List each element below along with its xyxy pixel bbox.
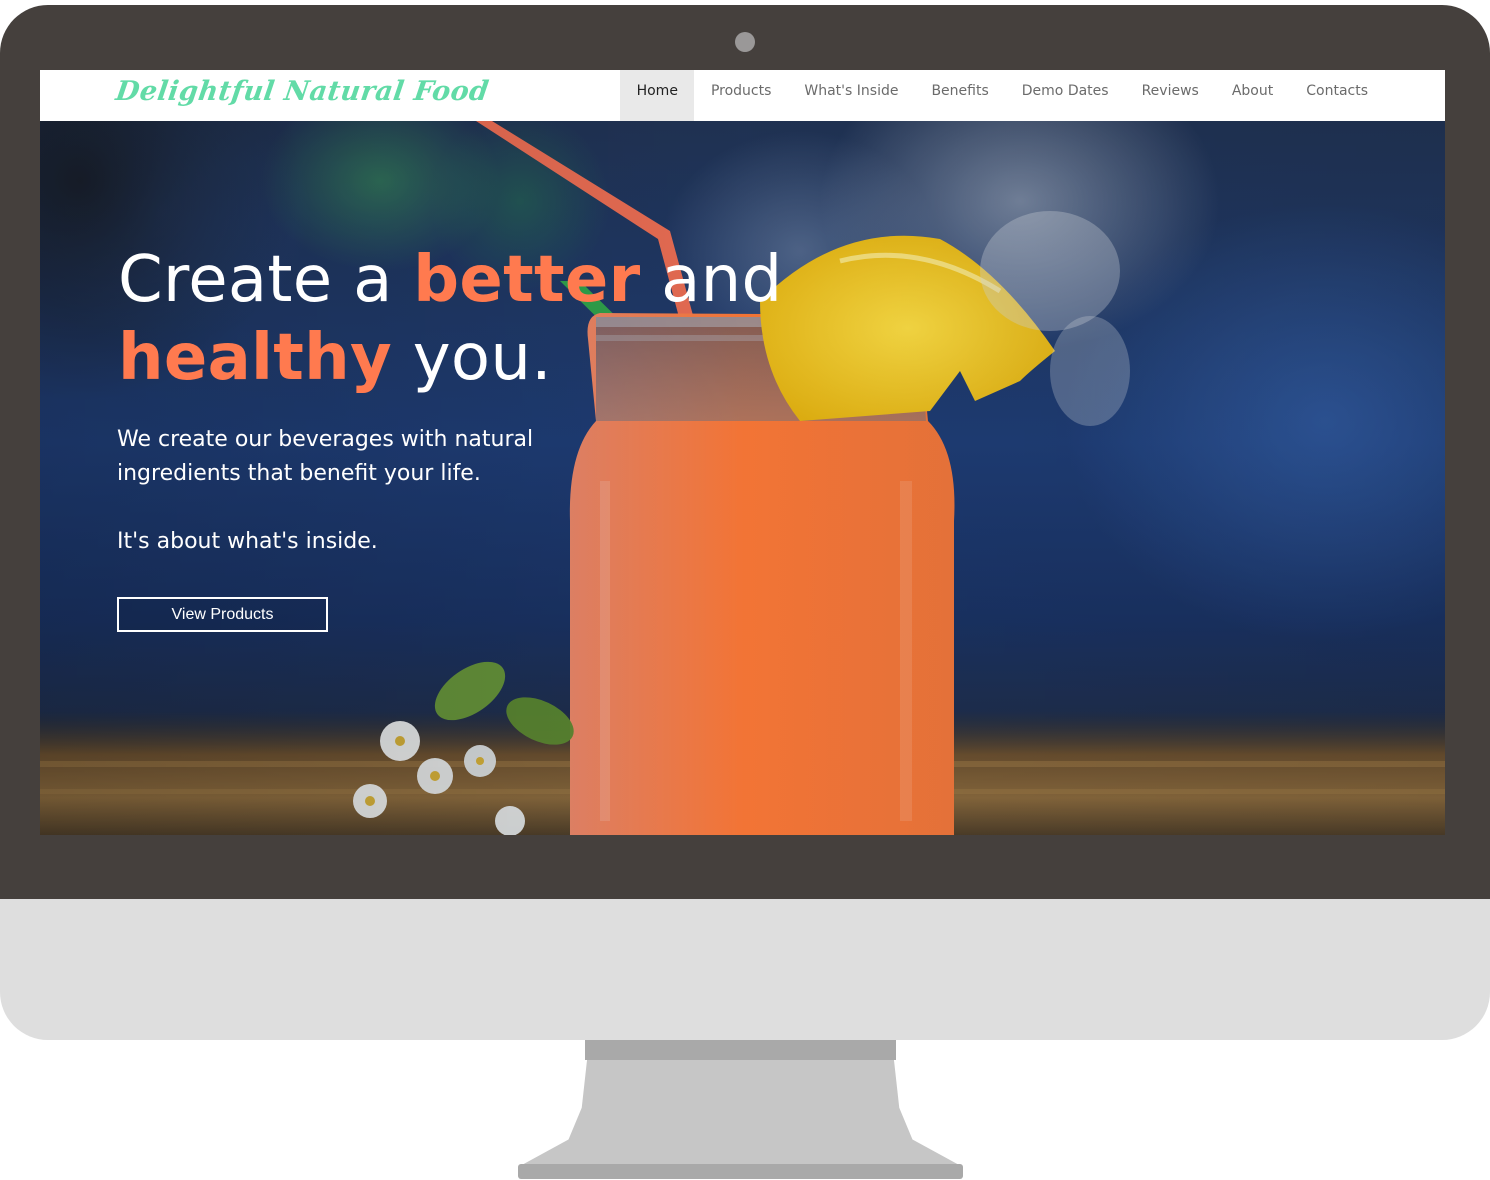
hero-subtext: We create our beverages with natural ing… — [117, 423, 737, 559]
view-products-button[interactable]: View Products — [117, 597, 328, 632]
nav-item-home[interactable]: Home — [620, 70, 695, 121]
nav-item-benefits[interactable]: Benefits — [915, 70, 1005, 121]
navbar: Delightful Natural Food Home Products Wh… — [40, 70, 1445, 121]
hero-section: Create a better and healthy you. We crea… — [40, 121, 1445, 835]
headline-accent-better: better — [413, 243, 641, 317]
hero-subtext-line-1: We create our beverages with natural ing… — [117, 427, 534, 486]
nav-item-demo-dates[interactable]: Demo Dates — [1005, 70, 1125, 121]
camera-dot — [735, 32, 755, 52]
monitor-stand — [520, 1060, 961, 1166]
monitor-neck-band — [585, 1040, 896, 1060]
monitor-chin — [0, 899, 1490, 1040]
site-logo[interactable]: Delightful Natural Food — [114, 76, 491, 107]
headline-text-1: Create a — [118, 243, 414, 317]
headline-text-2: and — [640, 243, 783, 317]
screen: Delightful Natural Food Home Products Wh… — [40, 70, 1445, 835]
nav-item-whats-inside[interactable]: What's Inside — [788, 70, 915, 121]
nav-item-reviews[interactable]: Reviews — [1125, 70, 1215, 121]
main-nav: Home Products What's Inside Benefits Dem… — [620, 70, 1445, 121]
monitor-foot — [518, 1164, 963, 1179]
hero-headline: Create a better and healthy you. — [118, 241, 818, 397]
monitor-mockup: Delightful Natural Food Home Products Wh… — [0, 0, 1490, 1180]
hero-subtext-line-2: It's about what's inside. — [117, 529, 378, 554]
headline-accent-healthy: healthy — [118, 321, 393, 395]
nav-item-about[interactable]: About — [1215, 70, 1289, 121]
nav-item-contacts[interactable]: Contacts — [1290, 70, 1445, 121]
nav-item-products[interactable]: Products — [694, 70, 787, 121]
headline-text-3: you. — [392, 321, 552, 395]
